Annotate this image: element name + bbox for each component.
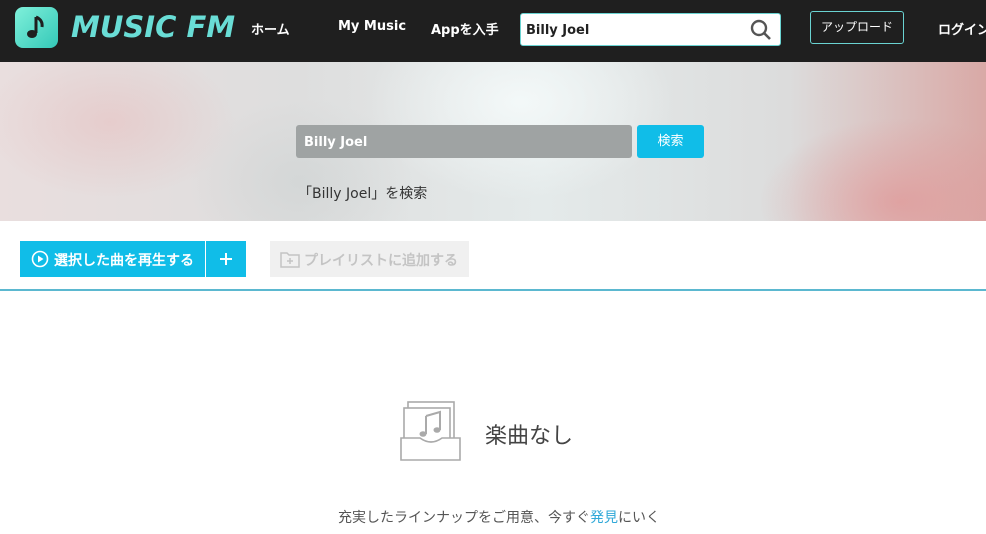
top-navigation-bar: MUSIC FM ホーム My Music Appを入手 アップロード ログイン	[0, 0, 986, 62]
search-button[interactable]: 検索	[637, 125, 704, 158]
play-selected-button[interactable]: 選択した曲を再生する	[20, 241, 205, 277]
search-icon[interactable]	[750, 19, 772, 45]
hero-banner: 検索 「Billy Joel」を検索	[0, 62, 986, 221]
brand-name[interactable]: MUSIC FM	[71, 10, 235, 44]
empty-desc-prefix: 充実したラインナップをご用意、今すぐ	[338, 510, 590, 526]
nav-get-app-link[interactable]: Appを入手	[431, 19, 499, 38]
header-search-box	[520, 13, 781, 46]
nav-my-music-link[interactable]: My Music	[338, 19, 406, 34]
add-to-playlist-label: プレイリストに追加する	[304, 253, 458, 269]
music-note-logo-icon[interactable]	[15, 7, 58, 48]
hero-search-input[interactable]	[304, 132, 614, 152]
hero-search-box	[296, 125, 632, 158]
header-search-input[interactable]	[526, 20, 746, 40]
add-button[interactable]	[206, 241, 246, 277]
login-link[interactable]: ログイン	[938, 19, 986, 38]
nav-home-link[interactable]: ホーム	[251, 19, 290, 38]
discover-link[interactable]: 発見	[590, 510, 618, 526]
search-query-caption: 「Billy Joel」を検索	[298, 186, 428, 202]
empty-music-box-icon	[400, 400, 462, 466]
toolbar-divider	[0, 289, 986, 291]
play-selected-label: 選択した曲を再生する	[54, 253, 194, 269]
empty-state-description: 充実したラインナップをご用意、今すぐ発見にいく	[338, 507, 660, 527]
folder-plus-icon	[280, 252, 300, 268]
empty-state-title: 楽曲なし	[485, 424, 574, 449]
add-to-playlist-button[interactable]: プレイリストに追加する	[270, 241, 469, 277]
upload-button[interactable]: アップロード	[810, 11, 904, 44]
play-circle-icon	[31, 250, 49, 268]
empty-desc-suffix: にいく	[618, 510, 660, 526]
